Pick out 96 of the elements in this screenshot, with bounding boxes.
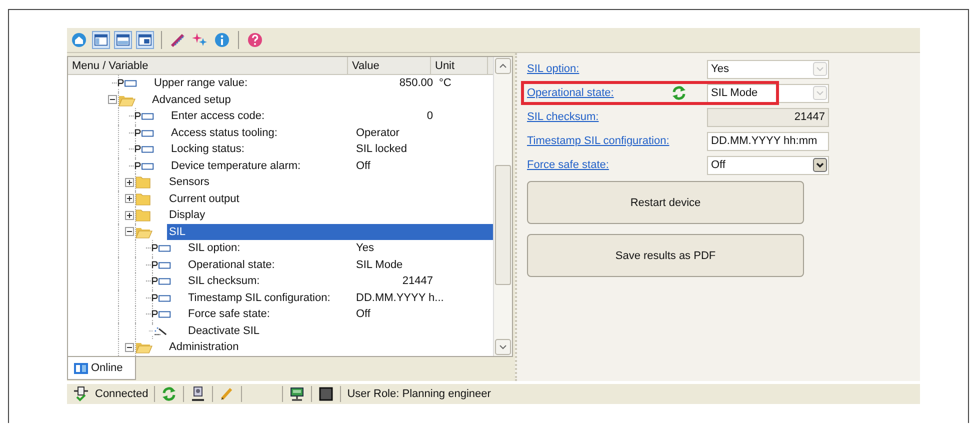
item-label: SIL option:: [187, 241, 242, 256]
parameter-icon: [146, 292, 172, 303]
item-label: Sensors: [168, 175, 210, 190]
item-label: Enter access code:: [170, 109, 266, 124]
tree-row[interactable]: Enter access code: 0: [169, 108, 493, 124]
refresh-icon[interactable]: [161, 386, 178, 402]
value-text: SIL Mode: [356, 258, 403, 271]
action-button[interactable]: Save results as PDF: [527, 234, 804, 277]
expand-icon[interactable]: [125, 210, 134, 220]
parameter-icon: [146, 243, 172, 254]
layout-icon[interactable]: [114, 31, 132, 49]
folder-icon: [135, 175, 153, 190]
dropdown[interactable]: Off: [707, 156, 829, 174]
tool-icon[interactable]: [169, 31, 187, 49]
item-label: Access status tooling:: [170, 126, 278, 141]
scroll-down-button[interactable]: [495, 339, 511, 355]
tree-row[interactable]: Timestamp SIL configuration: DD.MM.YYYY h...: [186, 290, 493, 306]
input-field[interactable]: 21447: [707, 108, 829, 126]
value-text: Yes: [356, 242, 374, 254]
home-icon[interactable]: [70, 31, 88, 49]
collapse-icon[interactable]: [125, 227, 134, 236]
eh-logo-icon: [74, 362, 88, 374]
item-label: Current output: [168, 192, 240, 207]
unit-text: °C: [439, 77, 452, 90]
value-text: 21447: [402, 275, 433, 288]
parameter-link[interactable]: SIL checksum:: [527, 111, 671, 123]
tree-row[interactable]: SIL checksum: 21447: [186, 273, 493, 290]
tree-row[interactable]: Upper range value: 850.00 °C: [152, 75, 493, 92]
column-header[interactable]: Unit: [431, 57, 488, 74]
collapse-icon[interactable]: [108, 95, 117, 104]
parameter-icon: [146, 276, 172, 286]
expand-icon[interactable]: [125, 178, 134, 187]
user-computer-icon[interactable]: [190, 386, 206, 402]
item-label: Device temperature alarm:: [170, 158, 302, 174]
tree-row[interactable]: Locking status: SIL locked: [169, 141, 493, 158]
item-label: Advanced setup: [151, 92, 232, 108]
parameter-link[interactable]: Timestamp SIL configuration:: [527, 135, 671, 147]
expand-icon[interactable]: [125, 194, 134, 204]
layout-icon[interactable]: [92, 31, 110, 49]
tree-row[interactable]: Administration: [167, 339, 493, 356]
value-text: SIL locked: [356, 143, 407, 156]
user-role-text: User Role: Planning engineer: [347, 388, 491, 400]
folder-icon: [135, 208, 153, 222]
parameter-icon: [129, 111, 155, 122]
tree-row[interactable]: Display: [167, 207, 493, 224]
value-text: Off: [356, 308, 370, 320]
action-button[interactable]: Restart device: [527, 181, 804, 224]
scrollbar[interactable]: [493, 57, 512, 356]
item-label: Operational state:: [187, 258, 276, 273]
item-label: SIL checksum:: [187, 274, 261, 290]
value-text: 850.00: [399, 77, 433, 90]
tree-row[interactable]: Deactivate SIL: [186, 322, 493, 339]
parameter-icon: [129, 144, 155, 154]
help-icon[interactable]: [246, 31, 264, 49]
item-label: Upper range value:: [153, 76, 249, 92]
parameter-icon: [129, 128, 155, 138]
tree-row[interactable]: SIL: [167, 224, 493, 240]
layout-icon[interactable]: [136, 31, 154, 49]
tree-row[interactable]: Access status tooling: Operator: [169, 124, 493, 141]
item-label: Administration: [168, 340, 240, 356]
stop-icon[interactable]: [318, 386, 334, 402]
tree-row[interactable]: Force safe state: Off: [186, 306, 493, 322]
value-text: DD.MM.YYYY h...: [356, 292, 444, 304]
item-label: Locking status:: [170, 142, 246, 158]
folder-icon: [135, 192, 153, 206]
connection-status: Connected: [95, 388, 148, 400]
parameter-icon: [129, 160, 155, 171]
value-text: 0: [426, 110, 433, 122]
connection-icon: [73, 386, 89, 402]
tree-row[interactable]: Operational state: SIL Mode: [186, 256, 493, 273]
tree-row[interactable]: Device temperature alarm: Off: [169, 158, 493, 174]
column-header[interactable]: Menu / Variable: [68, 57, 348, 74]
input-field[interactable]: DD.MM.YYYY hh:mm: [707, 132, 829, 150]
value-text: Operator: [356, 126, 400, 139]
item-label: SIL: [168, 224, 187, 240]
item-label: Timestamp SIL configuration:: [187, 290, 332, 306]
scroll-up-button[interactable]: [495, 58, 511, 74]
parameter-link[interactable]: Force safe state:: [527, 159, 671, 171]
network-device-icon[interactable]: [289, 386, 306, 402]
tree-row[interactable]: SIL option: Yes: [186, 240, 493, 256]
tab[interactable]: Online: [67, 357, 136, 380]
scroll-thumb[interactable]: [495, 165, 511, 285]
collapse-icon[interactable]: [125, 342, 134, 352]
column-header[interactable]: Value: [348, 57, 431, 74]
parameter-icon: [146, 309, 172, 320]
item-label: Force safe state:: [187, 307, 271, 322]
folder-icon: [135, 340, 153, 354]
tree-row[interactable]: Sensors: [167, 174, 493, 190]
tree-row[interactable]: Advanced setup: [150, 92, 493, 108]
item-label: Deactivate SIL: [187, 324, 261, 339]
info-icon[interactable]: [213, 31, 231, 49]
item-label: Display: [168, 208, 206, 224]
tree-row[interactable]: Current output: [167, 190, 493, 207]
value-text: Off: [356, 160, 370, 172]
parameter-icon: [112, 78, 138, 88]
parameter-icon: [146, 260, 172, 270]
